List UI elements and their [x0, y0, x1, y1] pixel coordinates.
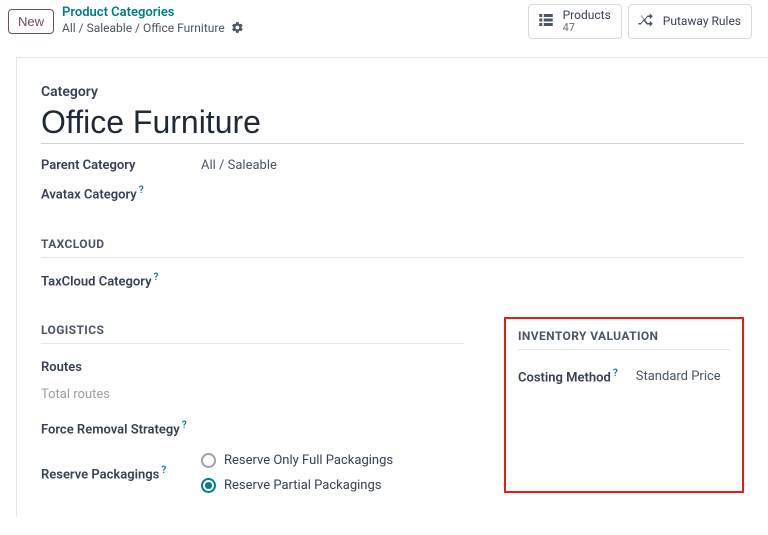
costing-method-row: Costing Method? Standard Price: [518, 368, 730, 385]
two-column-area: LOGISTICS Routes Total routes Force Remo…: [41, 323, 744, 493]
avatax-row: Avatax Category?: [41, 185, 744, 202]
logistics-column: LOGISTICS Routes Total routes Force Remo…: [41, 323, 464, 493]
help-icon[interactable]: ?: [154, 272, 159, 283]
logistics-section-title: LOGISTICS: [41, 323, 464, 344]
help-icon[interactable]: ?: [613, 368, 618, 379]
shuffle-icon: [637, 11, 655, 32]
list-icon: [537, 11, 555, 32]
parent-category-value[interactable]: All / Saleable: [201, 158, 277, 173]
putaway-stat-button[interactable]: Putaway Rules: [628, 4, 752, 39]
costing-method-label: Costing Method?: [518, 368, 618, 385]
category-field-label: Category: [41, 84, 744, 100]
breadcrumb: Product Categories All / Saleable / Offi…: [62, 6, 520, 38]
help-icon[interactable]: ?: [139, 185, 144, 196]
top-bar: New Product Categories All / Saleable / …: [0, 0, 768, 41]
avatax-label: Avatax Category?: [41, 185, 181, 202]
products-stat-button[interactable]: Products 47: [528, 4, 622, 39]
inventory-valuation-box: INVENTORY VALUATION Costing Method? Stan…: [504, 317, 744, 493]
putaway-stat-label: Putaway Rules: [663, 15, 741, 28]
breadcrumb-path-row: All / Saleable / Office Furniture: [62, 21, 520, 38]
breadcrumb-path: All / Saleable / Office Furniture: [62, 22, 225, 36]
products-stat-count: 47: [563, 22, 611, 34]
routes-label: Routes: [41, 360, 464, 375]
gear-icon[interactable]: [231, 21, 244, 38]
new-button[interactable]: New: [8, 9, 54, 34]
radio-icon: [201, 478, 216, 493]
total-routes-text: Total routes: [41, 387, 464, 402]
category-name-input[interactable]: [41, 104, 744, 144]
form-sheet: Category Parent Category All / Saleable …: [16, 57, 768, 517]
force-removal-label: Force Removal Strategy?: [41, 420, 464, 437]
reserve-only-full-label: Reserve Only Full Packagings: [224, 453, 393, 468]
costing-method-value[interactable]: Standard Price: [636, 369, 721, 384]
form-sheet-outer: Category Parent Category All / Saleable …: [0, 41, 768, 517]
help-icon[interactable]: ?: [161, 465, 166, 476]
taxcloud-label: TaxCloud Category?: [41, 272, 181, 289]
inventory-valuation-section-title: INVENTORY VALUATION: [518, 329, 730, 350]
reserve-packagings-label: Reserve Packagings?: [41, 465, 181, 482]
parent-category-row: Parent Category All / Saleable: [41, 158, 744, 173]
reserve-partial-option[interactable]: Reserve Partial Packagings: [201, 478, 393, 493]
help-icon[interactable]: ?: [182, 420, 187, 431]
stat-buttons: Products 47 Putaway Rules: [528, 4, 760, 39]
taxcloud-section-title: TAXCLOUD: [41, 237, 744, 258]
reserve-packagings-options: Reserve Only Full Packagings Reserve Par…: [201, 453, 393, 493]
reserve-packagings-row: Reserve Packagings? Reserve Only Full Pa…: [41, 453, 464, 493]
reserve-only-full-option[interactable]: Reserve Only Full Packagings: [201, 453, 393, 468]
taxcloud-row: TaxCloud Category?: [41, 272, 744, 289]
parent-category-label: Parent Category: [41, 158, 181, 173]
reserve-partial-label: Reserve Partial Packagings: [224, 478, 381, 493]
breadcrumb-title-link[interactable]: Product Categories: [62, 6, 520, 21]
radio-icon: [201, 453, 216, 468]
